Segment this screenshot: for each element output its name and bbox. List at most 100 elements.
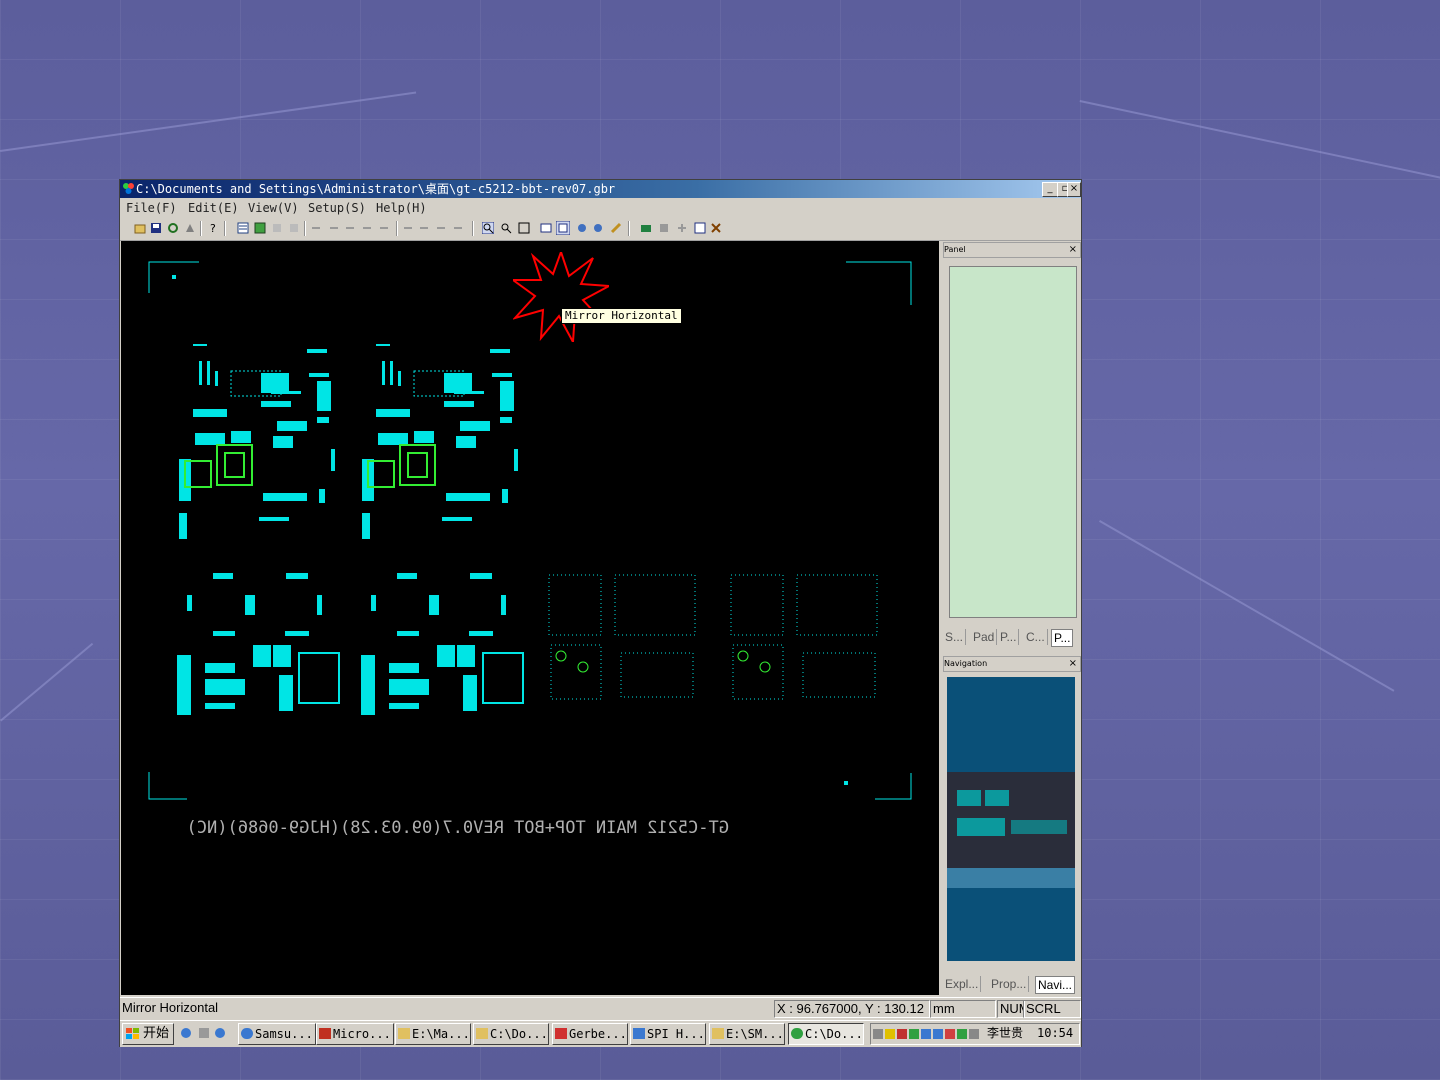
toolbar: ? [120,218,1081,241]
taskbar-item-label: E:\SM... [726,1027,784,1041]
desktop-icon[interactable] [198,1027,210,1039]
menu-setup[interactable]: Setup(S) [308,201,366,215]
panel-title: Panel [944,245,966,254]
unit-readout: mm [930,1000,996,1018]
windows-logo-icon [126,1028,139,1039]
step-icon[interactable] [378,222,390,234]
export-icon[interactable] [694,222,706,234]
title-bar[interactable]: C:\Documents and Settings\Administrator\… [120,180,1081,198]
rotate-right-icon[interactable] [592,222,604,234]
close-button[interactable]: × [1067,182,1081,197]
clear-icon[interactable] [184,222,196,234]
navigation-preview[interactable] [947,772,1075,868]
open-icon[interactable] [134,222,146,234]
taskbar-item[interactable]: E:\SM... [709,1023,785,1045]
square-icon[interactable] [658,222,670,234]
clock: 10:54 [1037,1026,1074,1040]
taskbar-item[interactable]: SPI H... [630,1023,706,1045]
help-icon[interactable]: ? [207,222,219,234]
taskbar-item[interactable]: C:\Do... [473,1023,549,1045]
edit-icon[interactable] [254,222,266,234]
folder-icon [712,1028,724,1039]
menu-edit[interactable]: Edit(E) [188,201,239,215]
tray-icons[interactable] [873,1027,983,1041]
navigation-close-icon[interactable]: × [1069,657,1077,671]
system-tray: 李世贵 10:54 [870,1023,1080,1045]
step-icon[interactable] [435,222,447,234]
navigation-tabs: Expl... Prop... Navi... [943,974,1079,994]
board-drawing: GT-C5212 MAIN TOP+BOT REV0.7(09.03.28)(H… [148,261,912,838]
navigation-header: Navigation × [943,656,1081,672]
start-button[interactable]: 开始 [122,1023,174,1045]
panel-tabs: S... Pad P... C... P... [943,627,1079,647]
panel-tab[interactable]: S... [943,629,967,645]
pad-icon[interactable] [288,222,300,234]
application-window: C:\Documents and Settings\Administrator\… [120,180,1081,1047]
step-icon[interactable] [452,222,464,234]
refresh-icon[interactable] [167,222,179,234]
cross-icon[interactable] [640,222,652,234]
step-icon[interactable] [402,222,414,234]
menu-view[interactable]: View(V) [248,201,299,215]
navigation-tab[interactable]: Navi... [1035,976,1076,994]
step-icon[interactable] [344,222,356,234]
tray-user: 李世贵 [987,1026,1024,1040]
panel-header: Panel × [943,242,1081,258]
rotate-left-icon[interactable] [576,222,588,234]
zoom-in-icon[interactable] [482,222,494,234]
tooltip: Mirror Horizontal [561,308,682,324]
taskbar-item[interactable]: Micro... [316,1023,394,1045]
grid-icon[interactable] [271,222,283,234]
taskbar-item-active[interactable]: C:\Do... [788,1023,864,1045]
panel-tab[interactable]: P... [998,629,1020,645]
scroll-lock-indicator: SCRL [1023,1000,1081,1018]
folder-icon [398,1028,410,1039]
gerber-canvas[interactable]: GT-C5212 MAIN TOP+BOT REV0.7(09.03.28)(H… [121,241,939,995]
step-icon[interactable] [418,222,430,234]
panel-close-icon[interactable]: × [1069,243,1077,257]
taskbar-item-label: Micro... [333,1027,391,1041]
navigation-title: Navigation [944,659,988,668]
explorer-tab[interactable]: Expl... [943,976,982,992]
status-bar: Mirror Horizontal X : 96.767000, Y : 130… [120,997,1081,1018]
ie-icon[interactable] [180,1027,192,1039]
ruler-icon[interactable] [610,222,622,234]
minimize-button[interactable]: _ [1042,182,1058,197]
highlight-burst [513,252,609,342]
step-icon[interactable] [328,222,340,234]
taskbar-item[interactable]: Gerbe... [552,1023,628,1045]
navigation-scroll-band[interactable] [947,868,1075,888]
step-icon[interactable] [361,222,373,234]
properties-tab[interactable]: Prop... [989,976,1030,992]
plus-icon[interactable] [676,222,688,234]
panel-tab-active[interactable]: P... [1051,629,1074,647]
taskbar-item-label: Samsu... [255,1027,313,1041]
menu-file[interactable]: File(F) [126,201,177,215]
panel-tab[interactable]: C... [1024,629,1048,645]
taskbar-item[interactable]: E:\Ma... [395,1023,471,1045]
fit-icon[interactable] [518,222,530,234]
window-title: C:\Documents and Settings\Administrator\… [136,182,616,196]
panel-body [949,266,1077,618]
svg-text:?: ? [210,222,216,234]
app-icon [319,1028,331,1039]
step-icon[interactable] [310,222,322,234]
taskbar: 开始 Samsu... Micro... E:\Ma... C:\Do... G… [120,1020,1081,1047]
menu-help[interactable]: Help(H) [376,201,427,215]
app-icon [791,1028,803,1039]
taskbar-item-label: E:\Ma... [412,1027,470,1041]
taskbar-item-label: C:\Do... [805,1027,863,1041]
settings-icon[interactable] [710,222,722,234]
taskbar-item-label: SPI H... [647,1027,705,1041]
taskbar-item[interactable]: Samsu... [238,1023,316,1045]
layer-icon[interactable] [237,222,249,234]
zoom-out-icon[interactable] [500,222,512,234]
mirror-horizontal-icon[interactable] [556,221,570,235]
app-icon [123,183,134,194]
save-icon[interactable] [150,222,162,234]
board-label: GT-C5212 MAIN TOP+BOT REV0.7(09.03.28)(H… [187,818,729,838]
panel-tab[interactable]: Pad [971,629,998,645]
media-icon[interactable] [214,1027,226,1039]
mirror-vertical-icon[interactable] [540,222,552,234]
status-message: Mirror Horizontal [122,1000,219,1015]
